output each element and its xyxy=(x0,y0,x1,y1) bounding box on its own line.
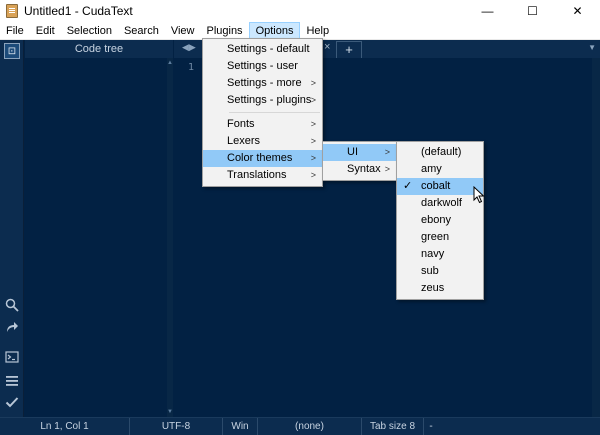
theme-item[interactable]: ebony xyxy=(397,212,483,229)
mouse-pointer-icon xyxy=(473,186,485,204)
status-tab-size[interactable]: Tab size 8 xyxy=(362,417,424,435)
check-icon[interactable] xyxy=(4,395,20,411)
submenu-arrow-icon: > xyxy=(310,136,316,146)
editor-scrollbar[interactable] xyxy=(592,58,600,417)
submenu-arrow-icon: > xyxy=(310,95,316,105)
menu-separator xyxy=(229,112,320,113)
theme-item[interactable]: (default) xyxy=(397,144,483,161)
menu-fonts[interactable]: Fonts > xyxy=(203,116,322,133)
maximize-icon: ☐ xyxy=(527,4,538,18)
scroll-down-icon[interactable]: ▼ xyxy=(167,409,173,415)
submenu-arrow-icon: > xyxy=(310,78,316,88)
menu-settings-user[interactable]: Settings - user xyxy=(203,58,322,75)
tab-close-icon[interactable]: × xyxy=(324,41,330,53)
line-number: 1 xyxy=(188,62,195,73)
tab-nav-icon[interactable]: ◀▶ xyxy=(182,42,196,53)
status-extra: - xyxy=(429,420,433,432)
menu-lexers[interactable]: Lexers > xyxy=(203,133,322,150)
code-tree-panel: Code tree ▲ ▼ xyxy=(25,40,173,417)
menu-color-themes[interactable]: Color themes > xyxy=(203,150,322,167)
status-caret-position[interactable]: Ln 1, Col 1 xyxy=(0,417,130,435)
menu-settings-more[interactable]: Settings - more > xyxy=(203,75,322,92)
scroll-up-icon[interactable]: ▲ xyxy=(167,60,173,66)
maximize-button[interactable]: ☐ xyxy=(510,0,555,22)
plus-icon: + xyxy=(345,42,353,57)
code-tree-scrollbar[interactable]: ▲ ▼ xyxy=(167,58,173,417)
status-encoding[interactable]: UTF-8 xyxy=(130,417,223,435)
ui-themes-submenu: (default) amy ✓ cobalt darkwolf ebony gre… xyxy=(396,141,484,300)
menu-view[interactable]: View xyxy=(165,22,201,40)
submenu-arrow-icon: > xyxy=(384,147,390,157)
color-themes-submenu: UI > Syntax > xyxy=(322,141,397,181)
theme-item[interactable]: sub xyxy=(397,263,483,280)
menu-selection[interactable]: Selection xyxy=(61,22,118,40)
menu-ui-themes[interactable]: UI > xyxy=(323,144,396,161)
add-tab-button[interactable]: + xyxy=(336,41,362,58)
theme-item[interactable]: green xyxy=(397,229,483,246)
menu-edit[interactable]: Edit xyxy=(30,22,61,40)
close-button[interactable]: ✕ xyxy=(555,0,600,22)
tab-menu-icon[interactable]: ▼ xyxy=(588,43,596,52)
console-icon[interactable] xyxy=(4,350,20,366)
checkmark-icon: ✓ xyxy=(403,180,413,192)
goto-arrow-icon[interactable] xyxy=(4,320,20,336)
submenu-arrow-icon: > xyxy=(310,153,316,163)
submenu-arrow-icon: > xyxy=(310,119,316,129)
status-line-ending[interactable]: Win xyxy=(223,417,258,435)
status-lexer[interactable]: (none) xyxy=(258,417,362,435)
theme-item[interactable]: navy xyxy=(397,246,483,263)
theme-item[interactable]: zeus xyxy=(397,280,483,297)
window-title: Untitled1 - CudaText xyxy=(24,3,133,18)
title-bar: Untitled1 - CudaText — ☐ ✕ xyxy=(0,0,600,22)
minimize-button[interactable]: — xyxy=(465,0,510,22)
menu-settings-plugins[interactable]: Settings - plugins > xyxy=(203,92,322,109)
hamburger-icon[interactable] xyxy=(4,374,20,390)
sidebar-strip: ⊡ xyxy=(0,40,24,417)
codetree-icon[interactable]: ⊡ xyxy=(4,43,20,59)
submenu-arrow-icon: > xyxy=(310,170,316,180)
menu-plugins[interactable]: Plugins xyxy=(200,22,248,40)
menu-file[interactable]: File xyxy=(0,22,30,40)
theme-item[interactable]: darkwolf xyxy=(397,195,483,212)
submenu-arrow-icon: > xyxy=(384,164,390,174)
app-icon xyxy=(6,3,18,18)
menu-translations[interactable]: Translations > xyxy=(203,167,322,184)
code-tree-header: Code tree xyxy=(25,40,173,58)
menu-syntax-themes[interactable]: Syntax > xyxy=(323,161,396,178)
theme-item[interactable]: amy xyxy=(397,161,483,178)
theme-item-selected[interactable]: ✓ cobalt xyxy=(397,178,483,195)
options-menu: Settings - default Settings - user Setti… xyxy=(202,38,323,187)
status-bar: Ln 1, Col 1 UTF-8 Win (none) Tab size 8 … xyxy=(0,417,600,435)
close-icon: ✕ xyxy=(572,4,583,18)
search-icon[interactable] xyxy=(4,298,20,314)
menu-options[interactable]: Options xyxy=(248,21,301,40)
window-controls: — ☐ ✕ xyxy=(465,0,600,22)
menu-settings-default[interactable]: Settings - default xyxy=(203,41,322,58)
minimize-icon: — xyxy=(481,4,494,18)
menu-search[interactable]: Search xyxy=(118,22,165,40)
menu-help[interactable]: Help xyxy=(300,22,335,40)
